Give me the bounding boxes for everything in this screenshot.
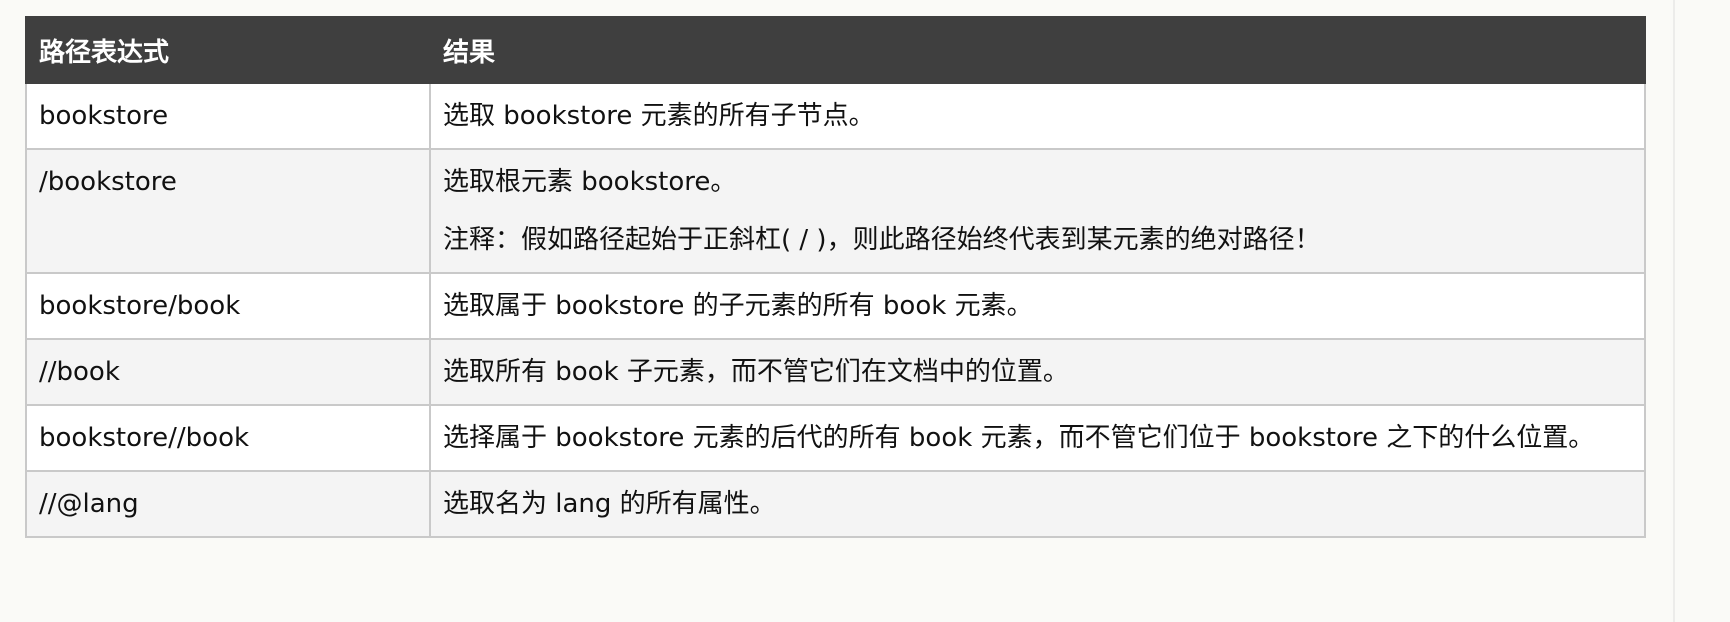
table-row: bookstore//book 选择属于 bookstore 元素的后代的所有 …	[25, 404, 1646, 472]
result-cell: 选取属于 bookstore 的子元素的所有 book 元素。	[429, 272, 1646, 340]
expression-cell: bookstore//book	[25, 404, 431, 472]
result-text: 选取名为 lang 的所有属性。	[443, 489, 776, 519]
expression-cell: /bookstore	[25, 148, 431, 274]
result-cell: 选取根元素 bookstore。 注释：假如路径起始于正斜杠( / )，则此路径…	[429, 148, 1646, 274]
result-text: 选取 bookstore 元素的所有子节点。	[443, 101, 875, 131]
header-path-expression: 路径表达式	[25, 16, 431, 84]
table-row: /bookstore 选取根元素 bookstore。 注释：假如路径起始于正斜…	[25, 148, 1646, 274]
result-text: 选取属于 bookstore 的子元素的所有 book 元素。	[443, 291, 1033, 321]
result-cell: 选取名为 lang 的所有属性。	[429, 470, 1646, 538]
table-header-row: 路径表达式 结果	[25, 16, 1646, 84]
result-text: 选取所有 book 子元素，而不管它们在文档中的位置。	[443, 357, 1069, 387]
result-cell: 选取 bookstore 元素的所有子节点。	[429, 82, 1646, 150]
page-right-divider	[1673, 0, 1675, 622]
expression-cell: bookstore/book	[25, 272, 431, 340]
result-text: 选择属于 bookstore 元素的后代的所有 book 元素，而不管它们位于 …	[443, 423, 1595, 453]
header-result: 结果	[429, 16, 1646, 84]
expression-cell: //book	[25, 338, 431, 406]
expression-cell: bookstore	[25, 82, 431, 150]
table-row: //@lang 选取名为 lang 的所有属性。	[25, 470, 1646, 538]
result-cell: 选取所有 book 子元素，而不管它们在文档中的位置。	[429, 338, 1646, 406]
table-row: //book 选取所有 book 子元素，而不管它们在文档中的位置。	[25, 338, 1646, 406]
xpath-expression-table: 路径表达式 结果 bookstore 选取 bookstore 元素的所有子节点…	[25, 16, 1646, 538]
result-cell: 选择属于 bookstore 元素的后代的所有 book 元素，而不管它们位于 …	[429, 404, 1646, 472]
table-row: bookstore 选取 bookstore 元素的所有子节点。	[25, 82, 1646, 150]
expression-cell: //@lang	[25, 470, 431, 538]
result-text: 选取根元素 bookstore。	[443, 167, 737, 197]
result-note: 注释：假如路径起始于正斜杠( / )，则此路径始终代表到某元素的绝对路径！	[443, 225, 1321, 255]
table-row: bookstore/book 选取属于 bookstore 的子元素的所有 bo…	[25, 272, 1646, 340]
